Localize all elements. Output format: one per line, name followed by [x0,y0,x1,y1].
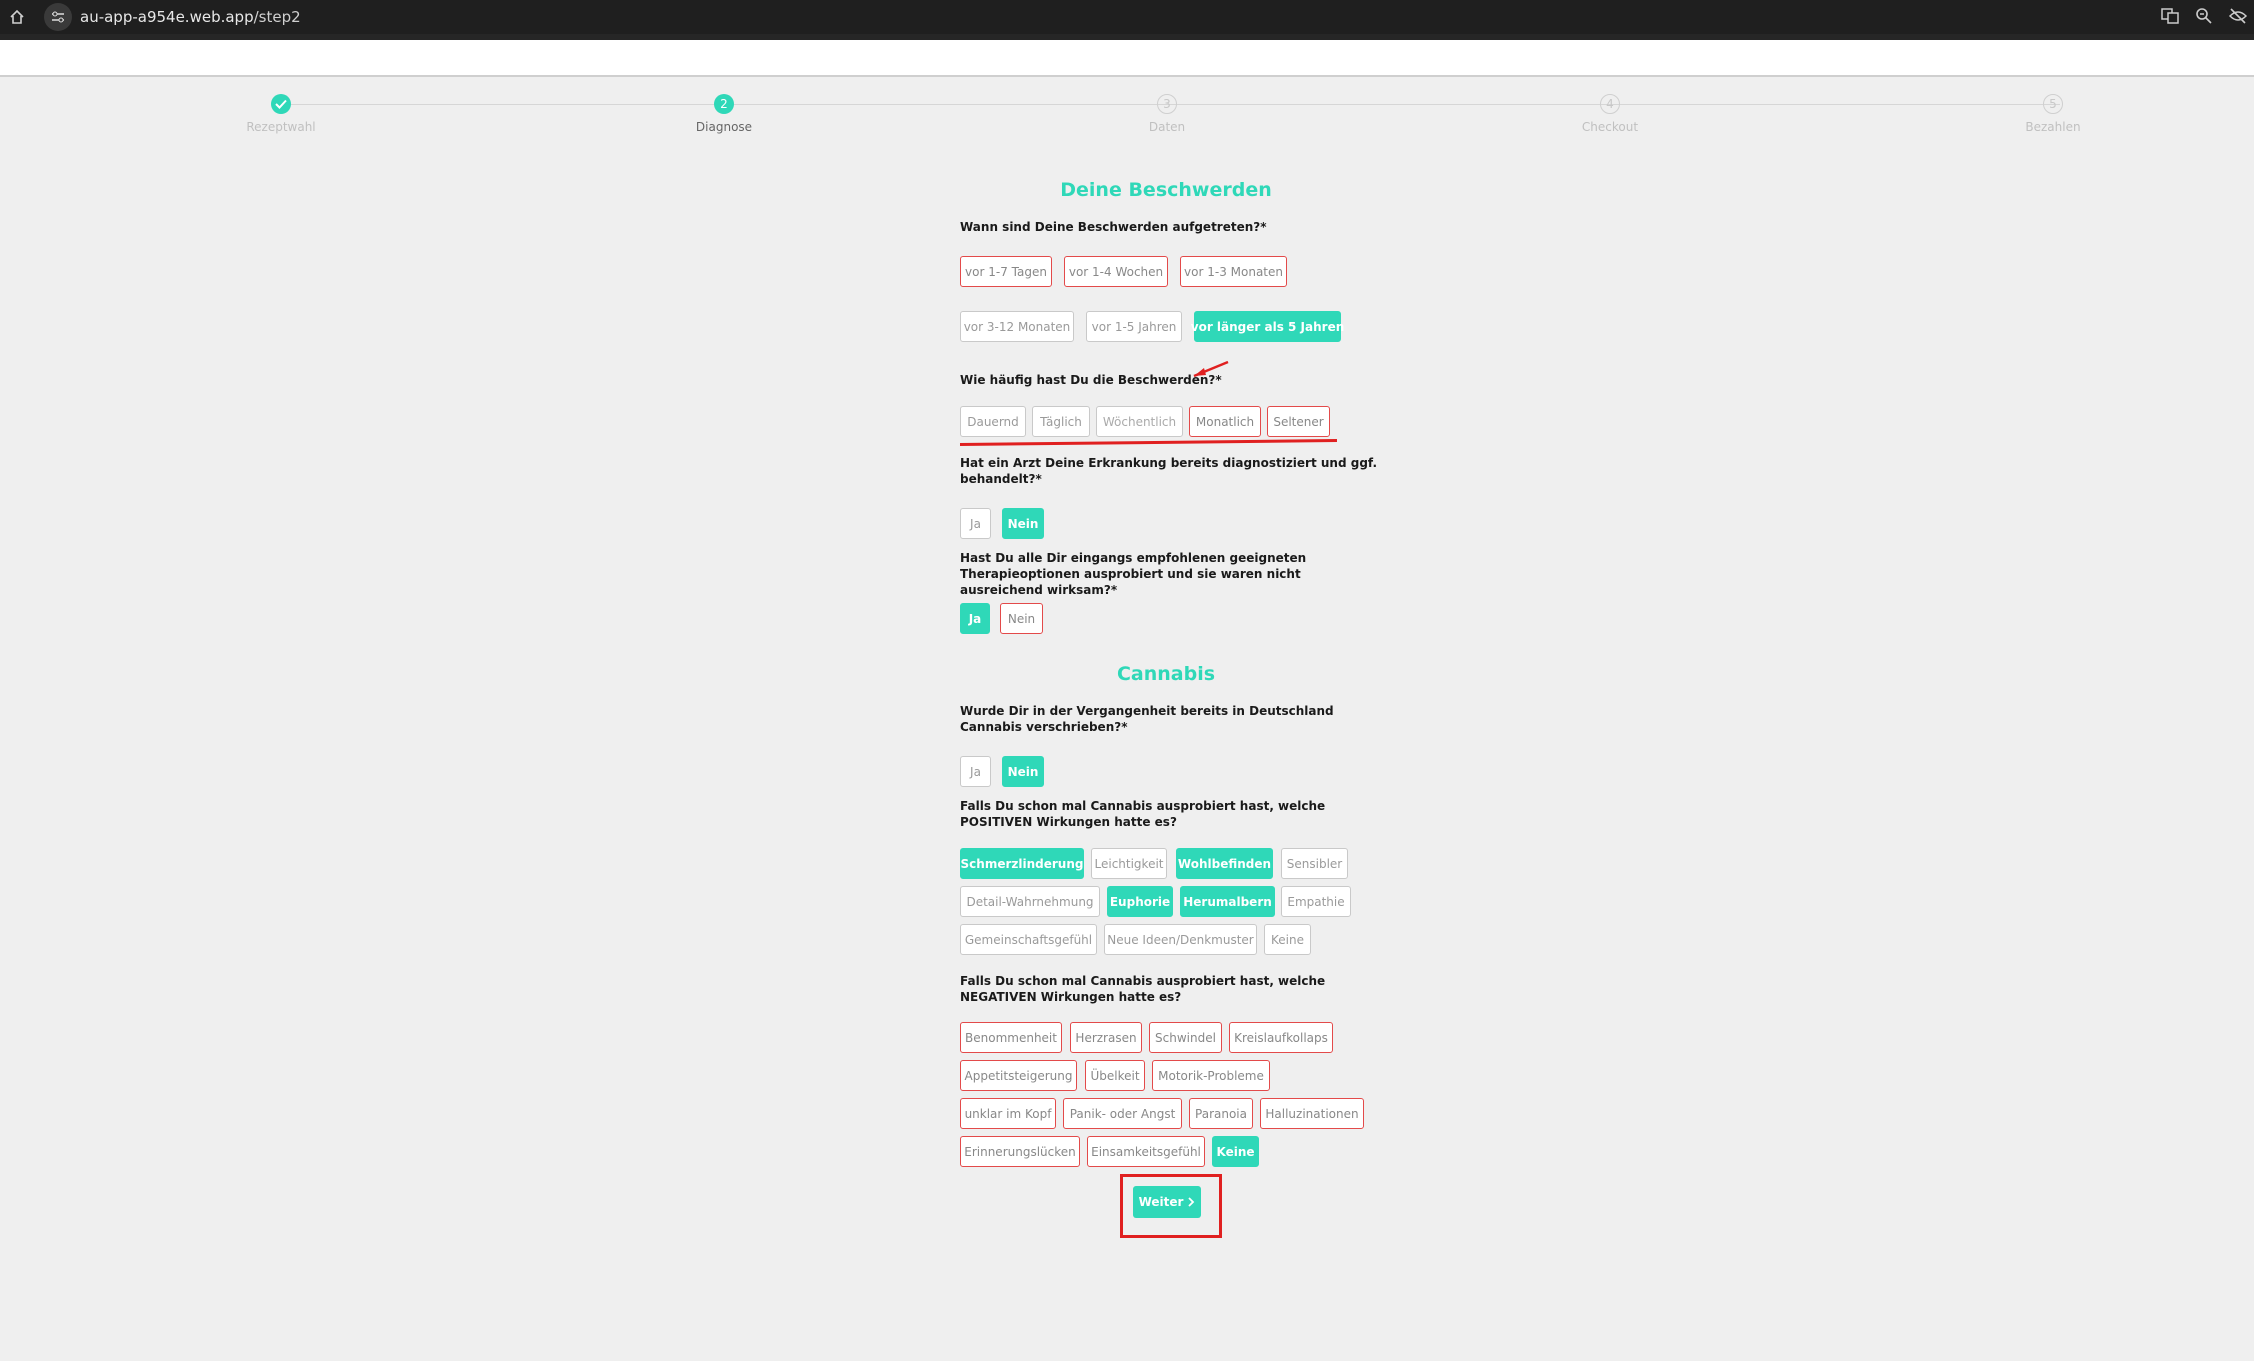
option-schwindel[interactable]: Schwindel [1149,1022,1222,1053]
step-label: Daten [1148,120,1186,134]
browser-toolbar: au-app-a954e.web.app/step2 [0,0,2254,34]
step-label: Diagnose [695,120,753,134]
option-empathie[interactable]: Empathie [1281,886,1351,917]
step-rezeptwahl[interactable]: Rezeptwahl [201,94,361,134]
option-dauernd[interactable]: Dauernd [960,406,1026,437]
option-detail-wahrnehmung[interactable]: Detail-Wahrnehmung [960,886,1100,917]
option-laenger-5-jahren[interactable]: vor länger als 5 Jahren [1191,311,1344,342]
step-label: Bezahlen [2025,120,2081,134]
option-negative-keine[interactable]: Keine [1212,1136,1259,1167]
option-woechentlich[interactable]: Wöchentlich [1096,406,1183,437]
option-monatlich[interactable]: Monatlich [1189,406,1261,437]
zoom-icon[interactable] [2194,6,2214,26]
annotation-arrow [1193,360,1229,378]
step-checkout[interactable]: 4 Checkout [1530,94,1690,134]
option-therapy-ja[interactable]: Ja [960,603,990,634]
question-prescribed: Wurde Dir in der Vergangenheit bereits i… [960,704,1334,734]
option-positive-keine[interactable]: Keine [1264,924,1311,955]
option-motorik-probleme[interactable]: Motorik-Probleme [1152,1060,1270,1091]
section-title-cannabis: Cannabis [1116,663,1216,685]
question-frequency: Wie häufig hast Du die Beschwerden?* [960,373,1222,387]
annotation-underline [959,439,1337,446]
option-seltener[interactable]: Seltener [1267,406,1330,437]
option-schmerzlinderung[interactable]: Schmerzlinderung [960,848,1084,879]
option-1-4-wochen[interactable]: vor 1-4 Wochen [1064,256,1168,287]
home-icon[interactable] [8,8,26,26]
step-daten[interactable]: 3 Daten [1087,94,1247,134]
question-negative: Falls Du schon mal Cannabis ausprobiert … [960,974,1326,1004]
option-doctor-nein[interactable]: Nein [1002,508,1044,539]
option-euphorie[interactable]: Euphorie [1107,886,1173,917]
option-doctor-ja[interactable]: Ja [960,508,991,539]
step-label: Rezeptwahl [246,120,316,134]
option-herumalbern[interactable]: Herumalbern [1180,886,1275,917]
step-label: Checkout [1581,120,1639,134]
eye-off-icon[interactable] [2228,6,2248,26]
option-3-12-monaten[interactable]: vor 3-12 Monaten [960,311,1074,342]
option-gemeinschaftsgefuehl[interactable]: Gemeinschaftsgefühl [960,924,1097,955]
option-einsamkeitsgefuehl[interactable]: Einsamkeitsgefühl [1087,1136,1205,1167]
option-paranoia[interactable]: Paranoia [1189,1098,1253,1129]
question-therapy: Hast Du alle Dir eingangs empfohlenen ge… [960,551,1307,597]
option-kreislaufkollaps[interactable]: Kreislaufkollaps [1229,1022,1333,1053]
option-1-7-tagen[interactable]: vor 1-7 Tagen [960,256,1052,287]
option-therapy-nein[interactable]: Nein [1000,603,1043,634]
option-erinnerungsluecken[interactable]: Erinnerungslücken [960,1136,1080,1167]
option-wohlbefinden[interactable]: Wohlbefinden [1176,848,1273,879]
next-button[interactable]: Weiter [1133,1186,1201,1218]
option-uebelkeit[interactable]: Übelkeit [1085,1060,1145,1091]
option-appetitsteigerung[interactable]: Appetitsteigerung [960,1060,1077,1091]
option-prescribed-nein[interactable]: Nein [1002,756,1044,787]
address-bar[interactable]: au-app-a954e.web.app/step2 [44,3,2154,31]
chevron-right-icon [1188,1197,1195,1207]
step-diagnose[interactable]: 2 Diagnose [644,94,804,134]
option-leichtigkeit[interactable]: Leichtigkeit [1091,848,1167,879]
option-sensibler[interactable]: Sensibler [1281,848,1348,879]
step-number: 3 [1157,94,1177,114]
app-header [0,40,2254,77]
question-when: Wann sind Deine Beschwerden aufgetreten?… [960,220,1267,234]
site-settings-icon[interactable] [44,3,72,31]
step-bezahlen[interactable]: 5 Bezahlen [1973,94,2133,134]
option-neue-ideen[interactable]: Neue Ideen/Denkmuster [1104,924,1257,955]
option-1-3-monaten[interactable]: vor 1-3 Monaten [1180,256,1287,287]
option-halluzinationen[interactable]: Halluzinationen [1260,1098,1364,1129]
next-button-label: Weiter [1138,1195,1184,1209]
section-title-complaints: Deine Beschwerden [1060,179,1272,201]
translate-icon[interactable] [2160,6,2180,26]
question-doctor: Hat ein Arzt Deine Erkrankung bereits di… [960,456,1378,486]
question-positive: Falls Du schon mal Cannabis ausprobiert … [960,799,1326,829]
step-number: 5 [2043,94,2063,114]
option-prescribed-ja[interactable]: Ja [960,756,991,787]
url-text: au-app-a954e.web.app/step2 [80,8,301,26]
option-1-5-jahren[interactable]: vor 1-5 Jahren [1086,311,1182,342]
option-taeglich[interactable]: Täglich [1032,406,1090,437]
check-icon [271,94,291,114]
step-number: 4 [1600,94,1620,114]
option-herzrasen[interactable]: Herzrasen [1070,1022,1142,1053]
step-number: 2 [714,94,734,114]
option-benommenheit[interactable]: Benommenheit [960,1022,1062,1053]
option-unklar-im-kopf[interactable]: unklar im Kopf [960,1098,1056,1129]
option-panik-angst[interactable]: Panik- oder Angst [1063,1098,1182,1129]
